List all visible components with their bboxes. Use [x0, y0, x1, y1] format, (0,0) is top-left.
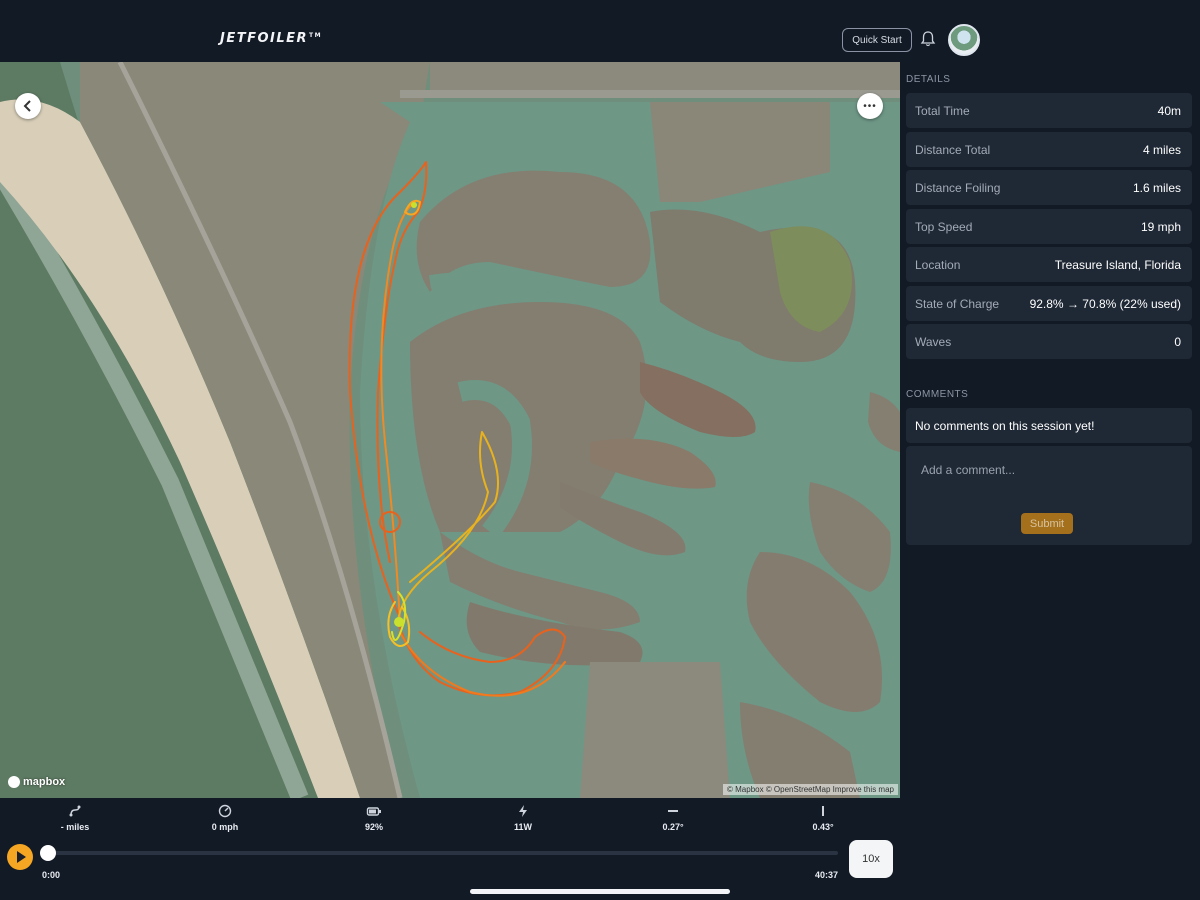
satellite-map-image: [0, 62, 900, 798]
stat-battery: 92%: [334, 804, 414, 832]
stat-roll: 0.27°: [633, 804, 713, 832]
stat-speed: 0 mph: [185, 804, 265, 832]
timeline-scrubber[interactable]: [40, 845, 56, 861]
chevron-left-icon: [23, 100, 31, 112]
stat-power: 11W: [483, 804, 563, 832]
top-bar: JETFOILERTM Quick Start: [0, 0, 1200, 62]
map-attribution[interactable]: © Mapbox © OpenStreetMap Improve this ma…: [723, 784, 898, 795]
comments-section-title: COMMENTS: [906, 389, 969, 400]
stat-distance: - miles: [35, 804, 115, 832]
speedometer-icon: [218, 804, 232, 818]
detail-row-location: Location Treasure Island, Florida: [906, 247, 1192, 282]
quick-start-button[interactable]: Quick Start: [842, 28, 912, 52]
no-comments-message: No comments on this session yet!: [906, 408, 1192, 443]
detail-row-total-time: Total Time 40m: [906, 93, 1192, 128]
playback-bar: - miles 0 mph 92% 11W 0.27° 0.43°: [0, 798, 900, 900]
start-point-marker: [411, 202, 417, 208]
playback-speed-button[interactable]: 10x: [849, 840, 893, 878]
pitch-icon: [822, 806, 824, 816]
mapbox-icon: [8, 776, 20, 788]
comment-input[interactable]: [906, 458, 1192, 482]
more-options-button[interactable]: •••: [857, 93, 883, 119]
timeline-track[interactable]: [44, 851, 838, 855]
distance-icon: [69, 805, 81, 817]
lightning-icon: [519, 805, 527, 817]
roll-icon: [668, 810, 678, 812]
time-total: 40:37: [815, 870, 839, 880]
detail-row-top-speed: Top Speed 19 mph: [906, 209, 1192, 244]
bell-icon[interactable]: [920, 30, 936, 48]
battery-icon: [366, 807, 381, 816]
detail-row-distance-total: Distance Total 4 miles: [906, 132, 1192, 167]
back-button[interactable]: [15, 93, 41, 119]
jetfoiler-logo: JETFOILERTM: [220, 31, 323, 46]
detail-row-distance-foiling: Distance Foiling 1.6 miles: [906, 170, 1192, 205]
mapbox-logo[interactable]: mapbox: [8, 776, 65, 788]
detail-row-state-of-charge: State of Charge 92.8% → 70.8% (22% used): [906, 286, 1192, 321]
avatar[interactable]: [948, 24, 980, 56]
ellipsis-icon: •••: [863, 100, 877, 112]
submit-comment-button[interactable]: Submit: [1021, 513, 1073, 534]
details-section-title: DETAILS: [906, 74, 951, 85]
home-indicator: [470, 889, 730, 894]
session-map[interactable]: ••• mapbox © Mapbox © OpenStreetMap Impr…: [0, 62, 900, 798]
current-position-marker: [394, 617, 404, 627]
time-elapsed: 0:00: [42, 870, 61, 880]
play-button[interactable]: [7, 844, 33, 870]
stat-pitch: 0.43°: [783, 804, 863, 832]
detail-row-waves: Waves 0: [906, 324, 1192, 359]
